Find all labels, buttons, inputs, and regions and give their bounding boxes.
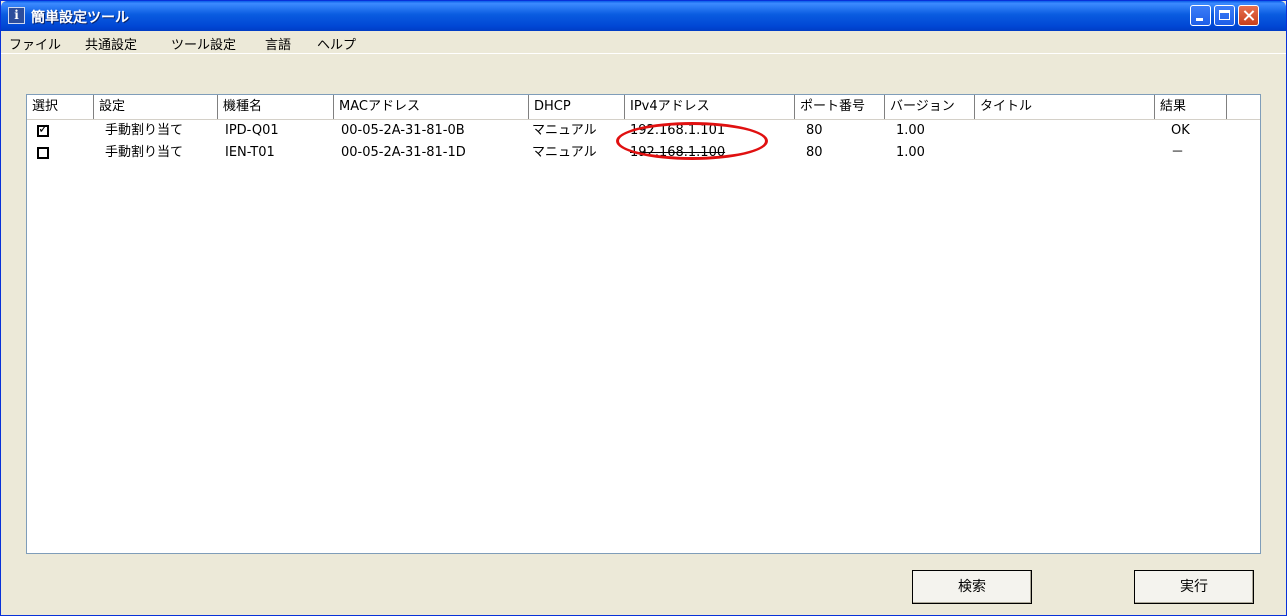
menu-bar: ファイル 共通設定 ツール設定 言語 ヘルプ	[1, 31, 1286, 54]
window-title: 簡単設定ツール	[31, 10, 129, 26]
menu-common-settings[interactable]: 共通設定	[85, 34, 137, 53]
row-select-checkbox[interactable]	[37, 122, 49, 137]
cell-result: －	[1171, 145, 1185, 160]
maximize-button[interactable]	[1214, 5, 1235, 26]
col-header-select[interactable]: 選択	[27, 95, 94, 119]
app-info-icon: i	[8, 7, 25, 24]
cell-result: OK	[1171, 123, 1190, 138]
cell-setting: 手動割り当て	[105, 123, 184, 138]
col-header-dhcp[interactable]: DHCP	[529, 95, 625, 119]
col-header-mac[interactable]: MACアドレス	[334, 95, 529, 119]
cell-model: IEN-T01	[225, 145, 275, 160]
col-header-model[interactable]: 機種名	[218, 95, 334, 119]
menu-file[interactable]: ファイル	[9, 34, 61, 53]
menu-language[interactable]: 言語	[265, 34, 291, 53]
col-header-setting[interactable]: 設定	[94, 95, 218, 119]
col-header-result[interactable]: 結果	[1155, 95, 1227, 119]
list-header: 選択 設定 機種名 MACアドレス DHCP IPv4アドレス ポート番号 バー…	[27, 95, 1260, 120]
col-header-ipv4[interactable]: IPv4アドレス	[625, 95, 795, 119]
cell-version: 1.00	[896, 123, 925, 138]
device-list[interactable]: 選択 設定 機種名 MACアドレス DHCP IPv4アドレス ポート番号 バー…	[26, 94, 1261, 554]
row-select-checkbox[interactable]	[37, 147, 49, 159]
cell-version: 1.00	[896, 145, 925, 160]
col-header-port[interactable]: ポート番号	[795, 95, 885, 119]
cell-dhcp: マニュアル	[532, 123, 597, 138]
cell-dhcp: マニュアル	[532, 145, 597, 160]
app-window: i 簡単設定ツール ファイル 共通設定 ツール設定 言語 ヘルプ 選択 設定 機…	[0, 0, 1287, 616]
search-button[interactable]: 検索	[912, 570, 1032, 604]
cell-mac: 00-05-2A-31-81-0B	[341, 123, 465, 138]
close-button[interactable]	[1238, 5, 1259, 26]
cell-setting: 手動割り当て	[105, 145, 184, 160]
col-header-filler	[1227, 95, 1260, 119]
highlight-annotation	[616, 122, 768, 160]
col-header-version[interactable]: バージョン	[885, 95, 975, 119]
minimize-button[interactable]	[1190, 5, 1211, 26]
cell-port: 80	[806, 145, 823, 160]
run-button[interactable]: 実行	[1134, 570, 1254, 604]
cell-mac: 00-05-2A-31-81-1D	[341, 145, 466, 160]
title-bar[interactable]: i 簡単設定ツール	[1, 1, 1286, 31]
cell-model: IPD-Q01	[225, 123, 279, 138]
cell-port: 80	[806, 123, 823, 138]
col-header-title[interactable]: タイトル	[975, 95, 1155, 119]
menu-tool-settings[interactable]: ツール設定	[171, 34, 236, 53]
menu-help[interactable]: ヘルプ	[317, 34, 356, 53]
